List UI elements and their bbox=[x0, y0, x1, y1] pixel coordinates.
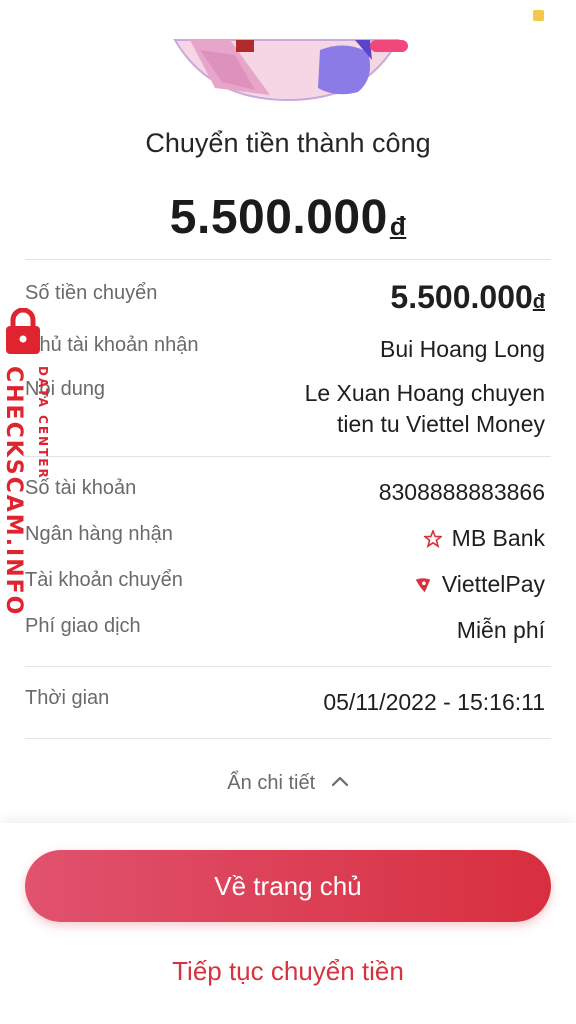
chevron-up-icon bbox=[331, 770, 349, 793]
hide-details-toggle[interactable]: Ẩn chi tiết bbox=[0, 770, 576, 795]
detail-value: ViettelPay bbox=[414, 569, 545, 602]
hero-amount-value: 5.500.000 bbox=[169, 191, 388, 244]
detail-value: Bui Hoang Long bbox=[380, 336, 545, 362]
divider bbox=[25, 456, 551, 457]
detail-row-content: Nội dung Le Xuan Hoang chuyen tien tu Vi… bbox=[25, 378, 545, 440]
continue-transfer-link[interactable]: Tiếp tục chuyển tiền bbox=[0, 956, 576, 987]
content-line-2: tien tu Viettel Money bbox=[337, 411, 545, 437]
amount-value: 5.500.000 bbox=[390, 279, 533, 315]
detail-value: MB Bank bbox=[422, 523, 545, 556]
watermark-brand: CHECKSCAM.INFO bbox=[1, 366, 26, 617]
viettelpay-icon bbox=[414, 571, 432, 602]
detail-value: 05/11/2022 - 15:16:11 bbox=[323, 689, 545, 715]
source-account-name: ViettelPay bbox=[441, 571, 545, 597]
divider bbox=[25, 666, 551, 667]
detail-row-account-number: Số tài khoản 8308888883866 bbox=[25, 477, 545, 508]
currency-symbol: đ bbox=[532, 291, 545, 313]
content-line-1: Le Xuan Hoang chuyen bbox=[304, 380, 545, 406]
detail-value: Le Xuan Hoang chuyen tien tu Viettel Mon… bbox=[305, 378, 545, 440]
watermark-sub: DATA CENTER bbox=[36, 366, 50, 480]
divider bbox=[25, 738, 551, 739]
detail-row-recipient: Chủ tài khoản nhận Bui Hoang Long bbox=[25, 334, 545, 365]
detail-label: Thời gian bbox=[25, 687, 110, 709]
divider bbox=[25, 259, 551, 260]
bank-name: MB Bank bbox=[451, 525, 545, 551]
detail-row-time: Thời gian 05/11/2022 - 15:16:11 bbox=[25, 687, 545, 718]
watermark: CHECKSCAM.INFO DATA CENTER bbox=[1, 307, 62, 616]
lock-icon bbox=[6, 307, 40, 354]
detail-row-bank: Ngân hàng nhận MB Bank bbox=[25, 523, 545, 556]
hero-currency-symbol: đ bbox=[389, 211, 407, 241]
detail-row-amount: Số tiền chuyển 5.500.000đ bbox=[25, 279, 545, 318]
home-button[interactable]: Về trang chủ bbox=[25, 850, 551, 922]
mb-bank-star-icon bbox=[422, 525, 444, 556]
detail-row-source-account: Tài khoản chuyển ViettelPay bbox=[25, 569, 545, 602]
detail-label: Số tiền chuyển bbox=[25, 282, 158, 304]
success-title: Chuyển tiền thành công bbox=[145, 128, 431, 158]
detail-value: 8308888883866 bbox=[378, 479, 545, 505]
success-illustration bbox=[0, 0, 576, 110]
toggle-label: Ẩn chi tiết bbox=[227, 772, 316, 794]
detail-value: Miễn phí bbox=[456, 617, 545, 643]
detail-value: 5.500.000đ bbox=[390, 279, 545, 318]
detail-label: Phí giao dịch bbox=[25, 615, 141, 637]
detail-row-fee: Phí giao dịch Miễn phí bbox=[25, 615, 545, 646]
transfer-amount-hero: 5.500.000đ bbox=[0, 190, 576, 245]
